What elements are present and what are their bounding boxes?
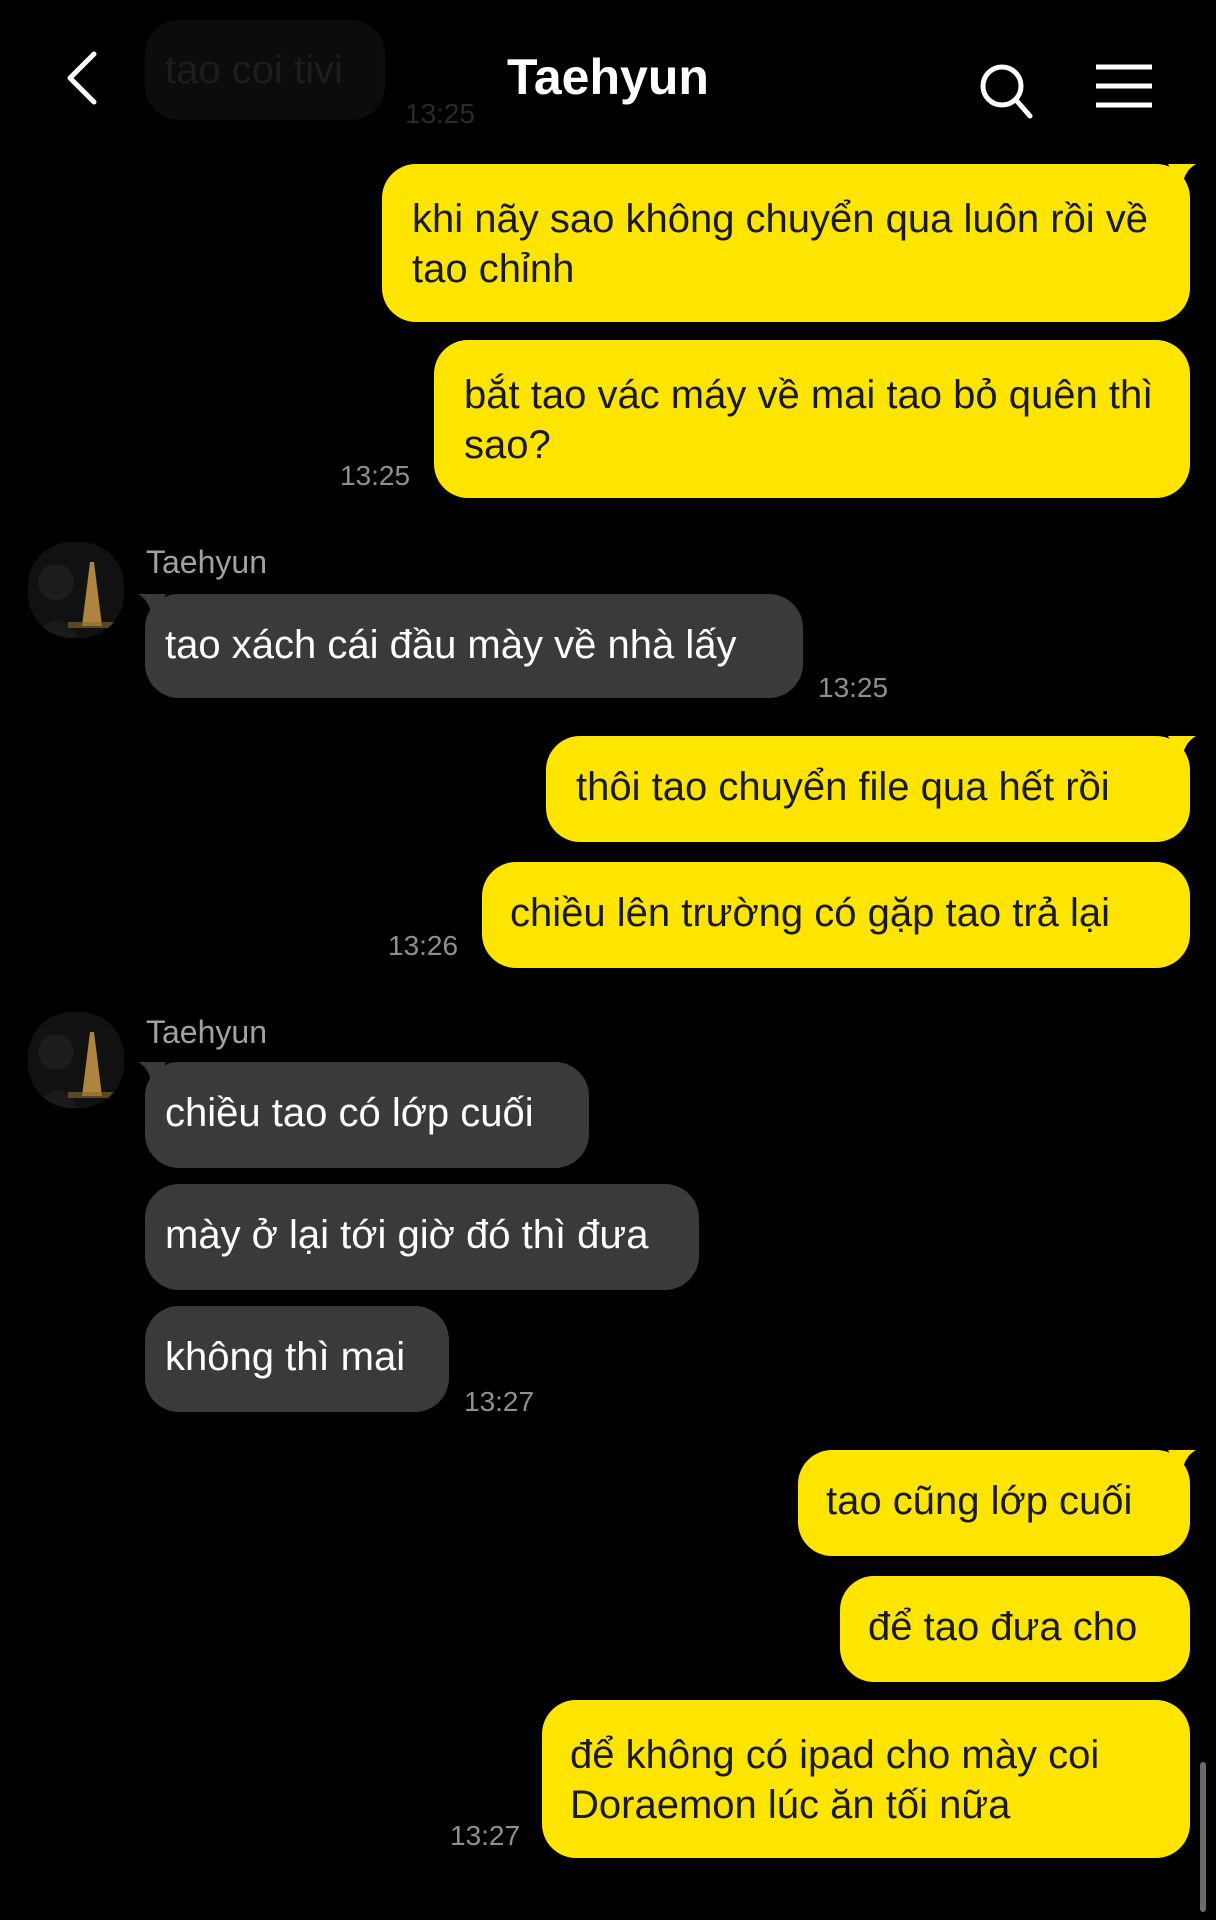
my-message[interactable]: thôi tao chuyển file qua hết rồi: [546, 736, 1190, 842]
chat-header: Taehyun: [0, 0, 1216, 150]
message-text: chiều tao có lớp cuối: [165, 1091, 534, 1135]
bubble-tail: [1168, 736, 1196, 764]
message-text: thôi tao chuyển file qua hết rồi: [576, 765, 1110, 809]
sender-name: Taehyun: [146, 544, 267, 580]
message-text: bắt tao vác máy về mai tao bỏ quên thì s…: [464, 373, 1154, 467]
message-text: tao xách cái đầu mày về nhà lấy: [165, 623, 737, 667]
message-time: 13:27: [464, 1386, 535, 1417]
my-message[interactable]: để tao đưa cho: [840, 1576, 1190, 1682]
bubble-tail: [138, 594, 166, 622]
message-time: 13:25: [340, 460, 411, 491]
my-message[interactable]: để không có ipad cho mày coi Doraemon lú…: [542, 1700, 1190, 1858]
bubble-tail: [1168, 1450, 1196, 1478]
my-message[interactable]: khi nãy sao không chuyển qua luôn rồi về…: [382, 164, 1190, 322]
avatar[interactable]: [28, 542, 124, 638]
message-text: để không có ipad cho mày coi Doraemon lú…: [570, 1733, 1100, 1827]
message-text: để tao đưa cho: [868, 1605, 1138, 1649]
their-message[interactable]: tao xách cái đầu mày về nhà lấy: [145, 594, 803, 698]
sender-name: Taehyun: [146, 1014, 267, 1050]
search-icon[interactable]: [980, 62, 1034, 120]
message-text: khi nãy sao không chuyển qua luôn rồi về…: [412, 197, 1149, 291]
scrollbar[interactable]: [1200, 1762, 1206, 1912]
avatar[interactable]: [28, 1012, 124, 1108]
menu-icon[interactable]: [1094, 64, 1154, 108]
their-message[interactable]: chiều tao có lớp cuối: [145, 1062, 589, 1168]
message-time: 13:25: [818, 672, 889, 703]
message-text: tao cũng lớp cuối: [826, 1479, 1133, 1523]
my-message[interactable]: chiều lên trường có gặp tao trả lại: [482, 862, 1190, 968]
message-text: chiều lên trường có gặp tao trả lại: [510, 891, 1111, 935]
message-time: 13:27: [450, 1820, 521, 1851]
message-text: không thì mai: [165, 1335, 406, 1379]
my-message[interactable]: bắt tao vác máy về mai tao bỏ quên thì s…: [434, 340, 1190, 498]
message-time: 13:26: [388, 930, 459, 961]
bubble-tail: [138, 1062, 166, 1090]
my-message[interactable]: tao cũng lớp cuối: [798, 1450, 1190, 1556]
their-message[interactable]: không thì mai: [145, 1306, 449, 1412]
their-message[interactable]: mày ở lại tới giờ đó thì đưa: [145, 1184, 699, 1290]
message-text: mày ở lại tới giờ đó thì đưa: [165, 1213, 649, 1257]
bubble-tail: [1168, 164, 1196, 192]
